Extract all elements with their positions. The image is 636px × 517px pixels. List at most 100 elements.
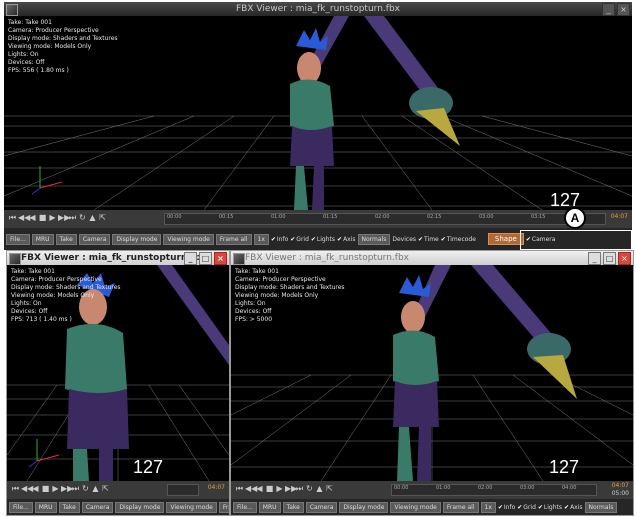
- display-mode-button[interactable]: Display mode: [112, 233, 162, 245]
- stop-icon[interactable]: ■: [265, 484, 274, 494]
- skip-start-icon[interactable]: ⏮: [11, 484, 20, 494]
- left-title-bar[interactable]: FBX Viewer : mia_fk_runstopturn.fbx _ □ …: [7, 251, 229, 265]
- loop-icon[interactable]: ↻: [78, 213, 87, 223]
- forward-icon[interactable]: ▶▶: [285, 484, 297, 494]
- skip-start-icon[interactable]: ⏮: [8, 213, 17, 223]
- key-icon[interactable]: ▲: [91, 484, 100, 494]
- right-timeline-slider[interactable]: 00:00 01:00 02:00 03:00 04:00: [391, 484, 597, 496]
- info-line: Devices: Off: [235, 308, 272, 315]
- skip-start-icon[interactable]: ⏮: [235, 484, 244, 494]
- maximize-button[interactable]: □: [199, 252, 212, 265]
- left-window-title: FBX Viewer : mia_fk_runstopturn.fbx: [21, 253, 207, 263]
- timeline-tick: 03:15: [531, 214, 546, 220]
- info-checkbox[interactable]: ✔Info: [271, 236, 288, 243]
- mru-button[interactable]: MRU: [258, 501, 281, 513]
- rewind-icon[interactable]: ◀◀: [245, 484, 257, 494]
- export-icon[interactable]: ⇱: [101, 484, 110, 494]
- play-icon[interactable]: ▶: [51, 484, 60, 494]
- maximize-button[interactable]: □: [603, 252, 616, 265]
- camera-button[interactable]: Camera: [81, 501, 114, 513]
- viewing-mode-button[interactable]: Viewing mode: [390, 501, 441, 513]
- skip-end-icon[interactable]: ⏭: [71, 484, 80, 494]
- grid-checkbox[interactable]: ✔Grid: [290, 236, 309, 243]
- main-title-bar[interactable]: FBX Viewer : mia_fk_runstopturn.fbx _ ×: [4, 2, 632, 16]
- left-timeline-slider[interactable]: [167, 484, 199, 496]
- stop-icon[interactable]: ■: [41, 484, 50, 494]
- axis-gizmo: [28, 439, 60, 468]
- left-3d-viewport[interactable]: Take: Take 001 Camera: Producer Perspect…: [7, 265, 229, 481]
- export-icon[interactable]: ⇱: [325, 484, 334, 494]
- skip-end-icon[interactable]: ⏭: [68, 213, 77, 223]
- camera-button[interactable]: Camera: [78, 233, 111, 245]
- forward-icon[interactable]: ▶▶: [61, 484, 73, 494]
- frame-readout: 04:07: [611, 482, 629, 489]
- main-viewer-window: FBX Viewer : mia_fk_runstopturn.fbx _ ×: [4, 2, 632, 250]
- axis-checkbox[interactable]: ✔Axis: [564, 504, 582, 511]
- take-button[interactable]: Take: [55, 233, 77, 245]
- info-line: Display mode: Shaders and Textures: [235, 284, 345, 291]
- frame-all-button[interactable]: Frame all: [215, 233, 252, 245]
- play-reverse-icon[interactable]: ◀: [255, 484, 264, 494]
- play-icon[interactable]: ▶: [48, 213, 57, 223]
- file-button[interactable]: File...: [9, 501, 33, 513]
- minimize-button[interactable]: _: [602, 3, 615, 16]
- right-3d-viewport[interactable]: Take: Take 001 Camera: Producer Perspect…: [231, 265, 633, 481]
- play-icon[interactable]: ▶: [275, 484, 284, 494]
- normals-button[interactable]: Normals: [357, 233, 391, 245]
- mru-button[interactable]: MRU: [34, 501, 57, 513]
- frame-all-button[interactable]: Frame all: [442, 501, 479, 513]
- grid-checkbox[interactable]: ✔Grid: [517, 504, 536, 511]
- key-icon[interactable]: ▲: [315, 484, 324, 494]
- display-mode-button[interactable]: Display mode: [339, 501, 389, 513]
- forward-icon[interactable]: ▶▶: [58, 213, 70, 223]
- info-line: Lights: On: [235, 300, 266, 307]
- rewind-icon[interactable]: ◀◀: [18, 213, 30, 223]
- main-timeline-slider[interactable]: 00:00 00:15 01:00 01:15 02:00 02:15 03:0…: [164, 213, 606, 225]
- file-button[interactable]: File...: [233, 501, 257, 513]
- info-line: FPS: > 5000: [235, 316, 273, 323]
- play-reverse-icon[interactable]: ◀: [28, 213, 37, 223]
- close-button[interactable]: ×: [618, 252, 631, 265]
- axis-checkbox[interactable]: ✔Axis: [337, 236, 355, 243]
- info-line: Take: Take 001: [11, 268, 55, 275]
- key-icon[interactable]: ▲: [88, 213, 97, 223]
- normals-button[interactable]: Normals: [584, 501, 618, 513]
- info-line: Lights: On: [8, 51, 39, 58]
- viewing-mode-button[interactable]: Viewing mode: [163, 233, 214, 245]
- file-button[interactable]: File...: [6, 233, 30, 245]
- loop-icon[interactable]: ↻: [81, 484, 90, 494]
- frame-all-button[interactable]: Frame a: [218, 501, 229, 513]
- speed-select[interactable]: 1x: [253, 233, 269, 245]
- loop-icon[interactable]: ↻: [305, 484, 314, 494]
- export-icon[interactable]: ⇱: [98, 213, 107, 223]
- play-reverse-icon[interactable]: ◀: [31, 484, 40, 494]
- stop-icon[interactable]: ■: [38, 213, 47, 223]
- lights-checkbox[interactable]: ✔Lights: [311, 236, 335, 243]
- rewind-icon[interactable]: ◀◀: [21, 484, 33, 494]
- time-checkbox[interactable]: ✔Time: [418, 236, 439, 243]
- minimize-button[interactable]: _: [588, 252, 601, 265]
- minimize-button[interactable]: _: [184, 252, 197, 265]
- left-transport-bar: ⏮ ◀◀ ◀ ■ ▶ ▶▶ ⏭ ↻ ▲ ⇱ 04:07: [7, 481, 229, 499]
- mru-button[interactable]: MRU: [31, 233, 54, 245]
- take-button[interactable]: Take: [58, 501, 80, 513]
- shape-button[interactable]: Shape: [487, 233, 524, 245]
- main-window-title: FBX Viewer : mia_fk_runstopturn.fbx: [236, 4, 400, 14]
- take-button[interactable]: Take: [282, 501, 304, 513]
- devices-checkbox[interactable]: Devices: [392, 236, 416, 243]
- main-3d-viewport[interactable]: Take: Take 001 Camera: Producer Perspect…: [4, 16, 632, 210]
- left-toolbar: File... MRU Take Camera Display mode Vie…: [7, 499, 229, 515]
- info-line: Viewing mode: Models Only: [11, 292, 95, 299]
- close-button[interactable]: ×: [214, 252, 227, 265]
- right-title-bar[interactable]: FBX Viewer : mia_fk_runstopturn.fbx _ □ …: [231, 251, 633, 265]
- camera-button[interactable]: Camera: [305, 501, 338, 513]
- callout-highlight-box: [520, 230, 632, 250]
- close-button[interactable]: ×: [617, 3, 630, 16]
- viewing-mode-button[interactable]: Viewing mode: [166, 501, 217, 513]
- skip-end-icon[interactable]: ⏭: [295, 484, 304, 494]
- info-checkbox[interactable]: ✔Info: [498, 504, 515, 511]
- lights-checkbox[interactable]: ✔Lights: [538, 504, 562, 511]
- display-mode-button[interactable]: Display mode: [115, 501, 165, 513]
- timecode-checkbox[interactable]: ✔Timecode: [441, 236, 476, 243]
- speed-select[interactable]: 1x: [480, 501, 496, 513]
